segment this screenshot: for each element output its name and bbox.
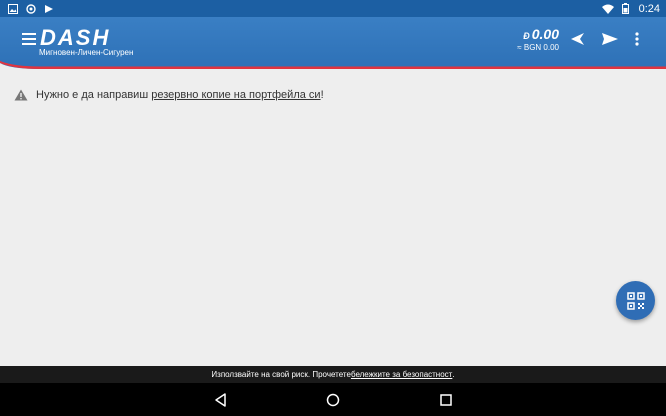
store-notification-icon xyxy=(45,4,53,13)
wifi-icon xyxy=(601,4,614,14)
status-time: 0:24 xyxy=(638,2,660,15)
backup-wallet-link[interactable]: резервно копие на портфейла си xyxy=(151,89,320,101)
send-icon[interactable] xyxy=(600,30,620,48)
battery-icon xyxy=(621,3,629,14)
app-header: DASH Мигновен-Личен-Сигурен Đ 0.00 ≈ BGN … xyxy=(0,17,666,75)
security-disclaimer: Използвайте на свой риск. Прочетете беле… xyxy=(0,366,666,383)
warning-icon xyxy=(14,89,28,101)
scan-qr-button[interactable] xyxy=(616,281,655,320)
receive-icon[interactable] xyxy=(568,30,588,48)
qr-code-icon xyxy=(626,291,645,310)
balance-display: Đ 0.00 ≈ BGN 0.00 xyxy=(517,26,559,52)
dash-logo: DASH xyxy=(40,25,110,49)
backup-warning: Нужно е да направиш резервно копие на по… xyxy=(14,89,324,101)
header-curve-stripe xyxy=(0,61,666,75)
menu-button[interactable] xyxy=(19,29,39,49)
navigation-bar xyxy=(0,383,666,416)
back-icon[interactable] xyxy=(212,391,230,409)
more-options-icon[interactable] xyxy=(630,30,644,48)
svg-text:DASH: DASH xyxy=(40,25,110,49)
balance-amount: 0.00 xyxy=(531,26,559,42)
tagline: Мигновен-Личен-Сигурен xyxy=(39,48,134,57)
status-bar-right: 0:24 xyxy=(601,2,660,15)
dash-currency-icon: Đ xyxy=(523,31,530,41)
home-icon[interactable] xyxy=(324,391,342,409)
status-bar-left xyxy=(8,3,54,14)
recent-apps-icon[interactable] xyxy=(437,391,455,409)
image-notification-icon xyxy=(8,3,18,14)
settings-notification-icon xyxy=(26,3,36,14)
fiat-balance: ≈ BGN 0.00 xyxy=(517,43,559,52)
status-bar: 0:24 xyxy=(0,0,666,17)
menu-icon xyxy=(22,33,36,35)
safety-notes-link[interactable]: бележките за безопастност xyxy=(351,370,452,379)
